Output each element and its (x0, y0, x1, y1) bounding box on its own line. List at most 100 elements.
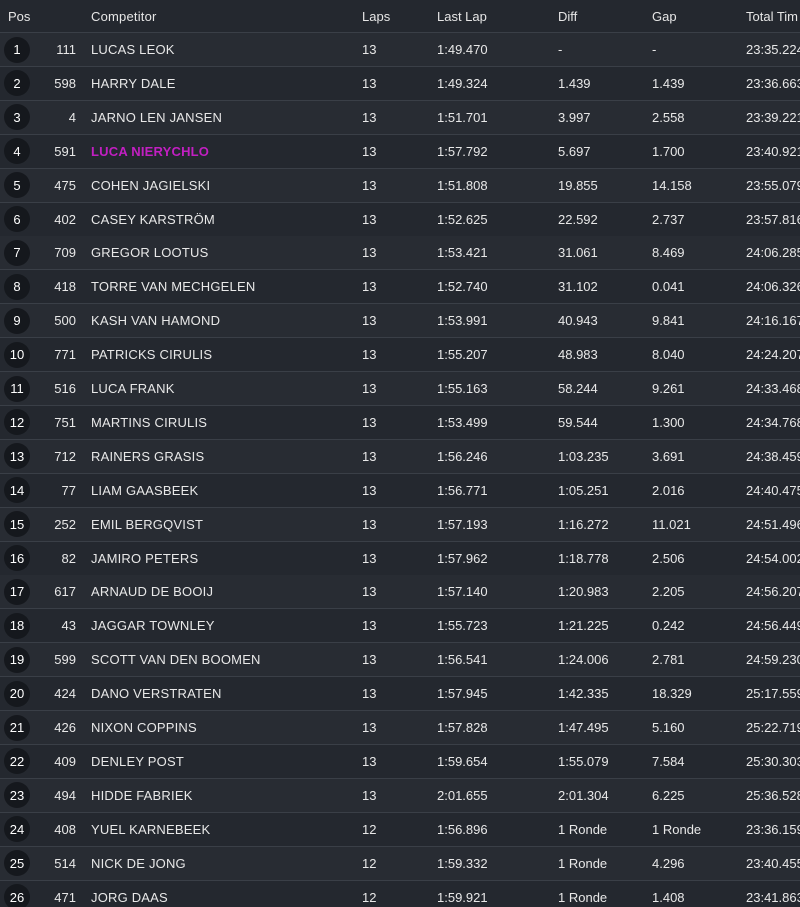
laps-cell: 13 (362, 347, 377, 363)
last-lap-cell: 1:55.163 (437, 381, 488, 396)
table-row[interactable]: 2 598 HARRY DALE 13 1:49.324 1.439 1.439 23:36.… (0, 66, 800, 101)
competitor-name: EMIL BERGQVIST (91, 516, 204, 532)
laps-cell: 13 (362, 143, 377, 159)
last-lap-cell: 2:01.655 (437, 787, 488, 803)
header-last-lap[interactable]: Last Lap (437, 0, 537, 32)
laps-cell: 13 (362, 787, 377, 803)
position-cell: 19 (3, 643, 31, 676)
bib-number: 426 (54, 720, 76, 735)
position-badge: 2 (4, 70, 30, 97)
gap-cell: 1.439 (652, 75, 685, 91)
last-lap-cell: 1:56.541 (437, 652, 488, 668)
table-row[interactable]: 3 4 JARNO LEN JANSEN 13 1:51.701 3.997 2.558 23… (0, 100, 800, 135)
table-row[interactable]: 23 494 HIDDE FABRIEK 13 2:01.655 2:01.304 6.22… (0, 778, 800, 813)
competitor-name: HIDDE FABRIEK (91, 787, 193, 803)
header-gap[interactable]: Gap (652, 0, 742, 32)
table-row[interactable]: 22 409 DENLEY POST 13 1:59.654 1:55.079 7.584 2… (0, 744, 800, 779)
position-cell: 26 (3, 881, 31, 907)
table-row[interactable]: 17 617 ARNAUD DE BOOIJ 13 1:57.140 1:20.983 2.… (0, 575, 800, 610)
competitor-name: DANO VERSTRATEN (91, 686, 222, 702)
laps-cell: 12 (362, 889, 377, 905)
position-cell: 24 (3, 813, 31, 846)
header-laps[interactable]: Laps (362, 0, 422, 32)
table-row[interactable]: 9 500 KASH VAN HAMOND 13 1:53.991 40.943 9.841… (0, 304, 800, 339)
laps-cell: 12 (362, 821, 377, 837)
laps-cell: 13 (362, 414, 377, 430)
laps-cell: 13 (362, 584, 377, 600)
table-row[interactable]: 11 516 LUCA FRANK 13 1:55.163 58.244 9.261 24:3… (0, 372, 800, 406)
table-row[interactable]: 16 82 JAMIRO PETERS 13 1:57.962 1:18.778 2.506… (0, 541, 800, 576)
position-cell: 10 (3, 338, 31, 371)
table-row[interactable]: 14 77 LIAM GAASBEEK 13 1:56.771 1:05.251 2.016… (0, 473, 800, 508)
diff-cell: 48.983 (558, 347, 598, 363)
table-row[interactable]: 20 424 DANO VERSTRATEN 13 1:57.945 1:42.335 18… (0, 677, 800, 712)
position-badge: 13 (4, 443, 30, 470)
position-badge: 18 (4, 612, 30, 639)
header-pos[interactable]: Pos (8, 0, 48, 32)
total-time-cell: 24:33.468 (746, 381, 800, 396)
position-cell: 17 (3, 575, 31, 608)
diff-cell: 1:24.006 (558, 652, 609, 668)
table-row[interactable]: 19 599 SCOTT VAN DEN BOOMEN 13 1:56.541 1:24.… (0, 643, 800, 678)
table-row[interactable]: 8 418 TORRE VAN MECHGELEN 13 1:52.740 31.102 0… (0, 270, 800, 305)
competitor-name: LUCAS LEOK (91, 42, 175, 57)
total-time-cell: 25:30.303 (746, 753, 800, 769)
laps-cell: 13 (362, 42, 377, 57)
competitor-name: COHEN JAGIELSKI (91, 177, 211, 193)
last-lap-cell: 1:56.896 (437, 821, 488, 837)
competitor-name: JORG DAAS (91, 889, 168, 905)
total-time-cell: 24:59.230 (746, 652, 800, 668)
gap-cell: 7.584 (652, 753, 685, 769)
bib-number: 475 (54, 177, 76, 193)
gap-cell: 14.158 (652, 177, 692, 193)
table-row[interactable]: 4 591 LUCA NIERYCHLO 13 1:57.792 5.697 1.700 23… (0, 134, 800, 169)
bib-number: 514 (54, 855, 76, 871)
gap-cell: 1.408 (652, 889, 685, 905)
table-row[interactable]: 25 514 NICK DE JONG 12 1:59.332 1 Ronde 4.296 2… (0, 846, 800, 881)
position-badge: 8 (4, 273, 30, 300)
competitor-name: TORRE VAN MECHGELEN (91, 279, 256, 295)
table-row[interactable]: 5 475 COHEN JAGIELSKI 13 1:51.808 19.855 14.15… (0, 168, 800, 203)
diff-cell: 31.102 (558, 279, 598, 295)
last-lap-cell: 1:53.421 (437, 245, 488, 261)
gap-cell: 0.242 (652, 618, 685, 634)
gap-cell: 3.691 (652, 448, 685, 464)
table-row[interactable]: 21 426 NIXON COPPINS 13 1:57.828 1:47.495 5.16… (0, 711, 800, 745)
laps-cell: 13 (362, 550, 377, 566)
table-row[interactable]: 24 408 YUEL KARNEBEEK 12 1:56.896 1 Ronde 1 Ro… (0, 812, 800, 847)
total-time-cell: 24:56.207 (746, 584, 800, 600)
table-row[interactable]: 13 712 RAINERS GRASIS 13 1:56.246 1:03.235 3.6… (0, 439, 800, 474)
position-badge: 11 (4, 375, 30, 402)
position-badge: 15 (4, 511, 30, 538)
header-diff[interactable]: Diff (558, 0, 648, 32)
position-badge: 9 (4, 307, 30, 334)
laps-cell: 13 (362, 448, 377, 464)
competitor-name: KASH VAN HAMOND (91, 313, 221, 329)
last-lap-cell: 1:51.701 (437, 109, 488, 125)
table-row[interactable]: 26 471 JORG DAAS 12 1:59.921 1 Ronde 1.408 23:4… (0, 880, 800, 907)
table-row[interactable]: 18 43 JAGGAR TOWNLEY 13 1:55.723 1:21.225 0.24… (0, 609, 800, 644)
diff-cell: 1 Ronde (558, 855, 608, 871)
header-competitor[interactable]: Competitor (91, 0, 351, 32)
total-time-cell: 24:06.285 (746, 245, 800, 261)
diff-cell: 59.544 (558, 414, 598, 430)
table-row[interactable]: 12 751 MARTINS CIRULIS 13 1:53.499 59.544 1.30… (0, 405, 800, 440)
competitor-name: MARTINS CIRULIS (91, 414, 208, 430)
diff-cell: 1 Ronde (558, 821, 608, 837)
total-time-cell: 23:40.921 (746, 143, 800, 159)
table-row[interactable]: 10 771 PATRICKS CIRULIS 13 1:55.207 48.983 8.0… (0, 338, 800, 373)
header-total-time[interactable]: Total Tim (746, 0, 800, 32)
diff-cell: 1:16.272 (558, 516, 609, 532)
laps-cell: 13 (362, 652, 377, 668)
table-row[interactable]: 7 709 GREGOR LOOTUS 13 1:53.421 31.061 8.469 24… (0, 236, 800, 271)
table-row[interactable]: 1 111 LUCAS LEOK 13 1:49.470- -23:35.224 (0, 33, 800, 67)
last-lap-cell: 1:52.740 (437, 279, 488, 295)
position-badge: 26 (4, 884, 30, 907)
table-row[interactable]: 15 252 EMIL BERGQVIST 13 1:57.193 1:16.272 11.… (0, 507, 800, 542)
position-badge: 10 (4, 341, 30, 368)
last-lap-cell: 1:59.332 (437, 855, 488, 871)
position-cell: 2 (3, 67, 31, 100)
table-row[interactable]: 6 402 CASEY KARSTRÖM 13 1:52.625 22.592 2.737 2… (0, 202, 800, 237)
gap-cell: 2.737 (652, 211, 685, 227)
competitor-name: DENLEY POST (91, 753, 184, 769)
